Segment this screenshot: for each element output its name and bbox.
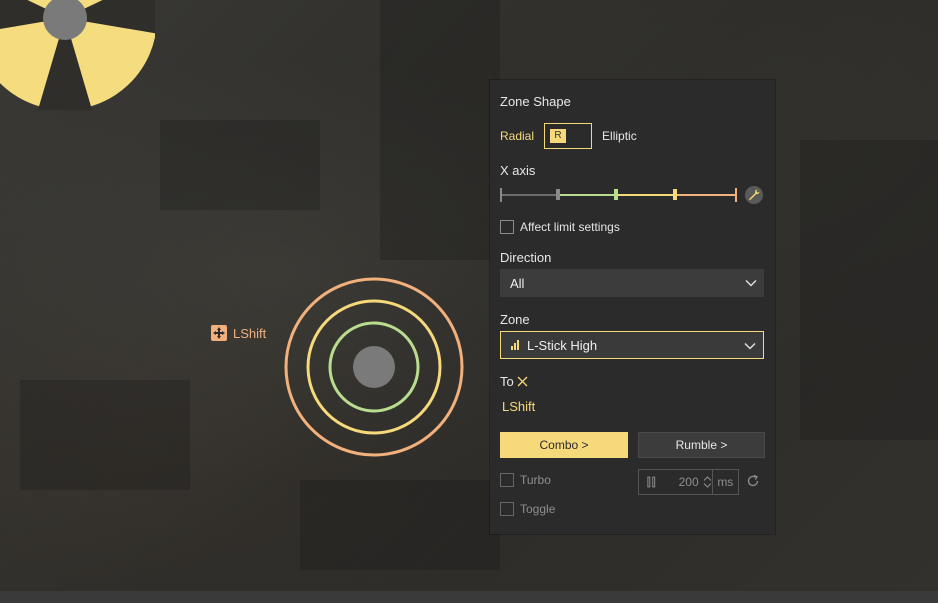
zone-shape-title: Zone Shape <box>500 94 571 109</box>
chevron-down-icon <box>745 279 757 287</box>
zone-settings-panel: Zone Shape Radial R Elliptic X axis Affe… <box>490 80 775 534</box>
slider-segment-mid <box>616 194 676 196</box>
zone-value: L-Stick High <box>527 337 598 353</box>
radial-menu-pie[interactable] <box>0 0 155 110</box>
slider-handle-3[interactable] <box>673 189 677 200</box>
slider-segment-dead <box>502 194 558 196</box>
zone-shape-row: Radial R Elliptic <box>500 123 637 149</box>
x-axis-label: X axis <box>500 163 536 178</box>
chevron-up-icon[interactable] <box>703 476 712 481</box>
interval-unit: ms <box>711 470 738 494</box>
x-axis-slider[interactable] <box>500 186 740 204</box>
to-row: To <box>500 374 528 389</box>
turbo-checkbox[interactable] <box>500 473 514 487</box>
move-arrows-icon <box>211 325 227 341</box>
wrench-icon[interactable] <box>745 186 763 204</box>
interval-stepper[interactable]: 200 ms <box>638 469 739 495</box>
center-dot <box>353 346 395 388</box>
canvas-key-text: LShift <box>233 325 267 341</box>
slider-segment-high <box>676 194 736 196</box>
slider-segment-low <box>558 194 616 196</box>
direction-label: Direction <box>500 250 552 265</box>
to-key-value[interactable]: LShift <box>502 399 535 414</box>
interval-value[interactable]: 200 <box>663 475 699 489</box>
to-label: To <box>500 374 514 389</box>
slider-handle-2[interactable] <box>614 189 618 200</box>
affect-limit-row[interactable]: Affect limit settings <box>500 220 620 234</box>
bottom-bar <box>0 591 938 603</box>
chevron-down-icon[interactable] <box>703 483 712 488</box>
pause-icon <box>647 476 656 488</box>
shape-toggle-knob: R <box>550 129 567 143</box>
toggle-checkbox[interactable] <box>500 502 514 516</box>
affect-limit-label: Affect limit settings <box>520 220 620 234</box>
chevron-down-icon <box>744 342 756 350</box>
canvas-key-label[interactable]: LShift <box>211 325 266 341</box>
toggle-row[interactable]: Toggle <box>500 502 555 516</box>
zone-rings[interactable] <box>283 276 465 458</box>
zone-label: Zone <box>500 312 530 327</box>
turbo-row[interactable]: Turbo <box>500 473 551 487</box>
direction-value: All <box>510 275 525 291</box>
refresh-icon[interactable] <box>746 474 760 488</box>
stepper-arrows[interactable] <box>703 476 712 488</box>
zone-dropdown[interactable]: L-Stick High <box>500 331 764 359</box>
shape-toggle[interactable]: R <box>544 123 593 149</box>
toggle-label: Toggle <box>520 502 556 516</box>
combo-button[interactable]: Combo > <box>500 432 628 458</box>
shape-elliptic-label[interactable]: Elliptic <box>602 129 637 143</box>
shape-radial-label[interactable]: Radial <box>500 129 534 143</box>
close-icon[interactable] <box>517 376 528 387</box>
slider-end-cap[interactable] <box>735 188 737 202</box>
direction-dropdown[interactable]: All <box>500 269 764 297</box>
affect-limit-checkbox[interactable] <box>500 220 514 234</box>
rumble-button[interactable]: Rumble > <box>638 432 765 458</box>
turbo-label: Turbo <box>520 473 551 487</box>
signal-bars-icon <box>511 340 519 350</box>
slider-handle-1[interactable] <box>556 189 560 200</box>
